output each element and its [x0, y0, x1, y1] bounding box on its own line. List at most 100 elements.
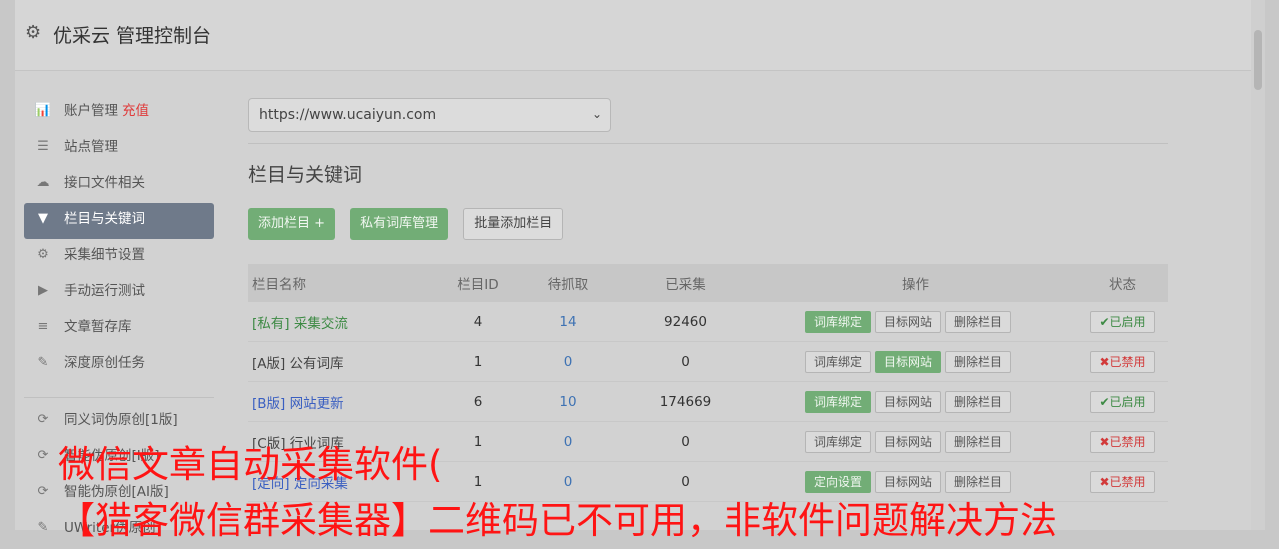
sidebar-item-label: 文章暂存库 — [64, 311, 132, 343]
sidebar-item[interactable]: ☁ 接口文件相关 — [24, 167, 214, 203]
delete-column-button[interactable]: 删除栏目 — [945, 310, 1012, 333]
section-title: 栏目与关键词 — [248, 164, 363, 186]
divider — [248, 143, 1168, 144]
sidebar-item-label: 采集细节设置 — [64, 239, 145, 271]
toolbar: 添加栏目 + 私有词库管理 批量添加栏目 — [248, 208, 573, 240]
table-row: [私有] 采集交流 4 14 92460 词库绑定 目标网站 删除栏目 ✔已启用 — [248, 302, 1168, 342]
refresh-icon: ⟳ — [37, 448, 49, 463]
sidebar-item[interactable]: ≡ 文章暂存库 — [24, 311, 214, 347]
sidebar-item-label: 手动运行测试 — [64, 275, 145, 307]
add-column-button[interactable]: 添加栏目 + — [248, 208, 336, 240]
overlay-line-1: 微信文章自动采集软件( — [58, 443, 443, 486]
database-icon: ≡ — [37, 319, 49, 334]
header-status: 状态 — [1109, 277, 1136, 293]
table-row: [B版] 网站更新 6 10 174669 词库绑定 目标网站 删除栏目 ✔已启用 — [248, 382, 1168, 422]
sidebar-divider — [24, 397, 214, 398]
bar-chart-icon: 📊 — [34, 103, 52, 118]
column-name[interactable]: [私有] 采集交流 — [252, 302, 348, 341]
column-name[interactable]: [B版] 网站更新 — [252, 382, 344, 421]
sidebar-item-text: 同义词伪原创[1版] — [64, 412, 178, 428]
sidebar-item-label: 接口文件相关 — [64, 167, 145, 199]
overlay-line-2: 【猎客微信群采集器】二维码已不可用，非软件问题解决方法 — [58, 499, 1057, 542]
header-name: 栏目名称 — [252, 277, 306, 293]
sidebar-item-text: 站点管理 — [64, 139, 118, 155]
table-row: [A版] 公有词库 1 0 0 词库绑定 目标网站 删除栏目 ✖已禁用 — [248, 342, 1168, 382]
header-operations: 操作 — [902, 277, 929, 293]
status-toggle[interactable]: ✖已禁用 — [1090, 470, 1155, 493]
row-operations: 词库绑定 目标网站 删除栏目 — [805, 342, 1015, 381]
target-site-button[interactable]: 目标网站 — [875, 350, 942, 373]
sidebar-item-text: 账户管理 — [64, 103, 118, 119]
row-operations: 词库绑定 目标网站 删除栏目 — [805, 382, 1015, 421]
filter-icon: ▼ — [38, 211, 48, 226]
refresh-icon: ⟳ — [37, 484, 49, 499]
column-name[interactable]: [A版] 公有词库 — [252, 342, 344, 381]
header-collected: 已采集 — [665, 277, 706, 293]
status-toggle[interactable]: ✔已启用 — [1090, 390, 1155, 413]
sidebar-item-text: 文章暂存库 — [64, 319, 132, 335]
delete-column-button[interactable]: 删除栏目 — [945, 390, 1012, 413]
status-cell: ✖已禁用 — [1085, 462, 1160, 501]
edit-icon: ✎ — [37, 520, 49, 535]
edit-icon: ✎ — [37, 355, 49, 370]
gear-icon: ⚙ — [25, 22, 42, 43]
app-title: 优采云 管理控制台 — [53, 25, 212, 47]
cogs-icon: ⚙ — [37, 247, 49, 262]
sidebar-item-text: 手动运行测试 — [64, 283, 145, 299]
sidebar-item-label: 同义词伪原创[1版] — [64, 404, 178, 436]
status-cell: ✔已启用 — [1085, 382, 1160, 421]
sidebar-item-text: 采集细节设置 — [64, 247, 145, 263]
table-header: 栏目名称 栏目ID 待抓取 已采集 操作 状态 — [248, 264, 1168, 302]
site-select[interactable]: https://www.ucaiyun.com ⌄ — [248, 98, 611, 132]
sidebar-item[interactable]: ▼ 栏目与关键词 — [24, 203, 214, 239]
sidebar-item-label: 栏目与关键词 — [64, 203, 145, 235]
top-bar: ⚙ 优采云 管理控制台 — [15, 0, 1265, 71]
sidebar-item[interactable]: ⟳ 同义词伪原创[1版] — [24, 404, 214, 440]
chevron-down-icon: ⌄ — [591, 107, 602, 121]
sidebar-item-text: 深度原创任务 — [64, 355, 145, 371]
scrollbar-thumb[interactable] — [1254, 30, 1262, 90]
lexicon-bind-button[interactable]: 词库绑定 — [805, 350, 872, 373]
status-toggle[interactable]: ✖已禁用 — [1090, 350, 1155, 373]
pending-count[interactable]: 10 — [538, 382, 598, 421]
status-cell: ✖已禁用 — [1085, 342, 1160, 381]
status-cell: ✔已启用 — [1085, 302, 1160, 341]
server-icon: ☰ — [37, 139, 49, 154]
column-id: 1 — [473, 353, 483, 370]
sidebar-item[interactable]: ☰ 站点管理 — [24, 131, 214, 167]
collected-count: 0 — [681, 353, 690, 370]
target-site-button[interactable]: 目标网站 — [875, 390, 942, 413]
sidebar-item-label: 账户管理 充值 — [64, 95, 149, 127]
lexicon-bind-button[interactable]: 词库绑定 — [805, 390, 872, 413]
sidebar-item-text: 接口文件相关 — [64, 175, 145, 191]
refresh-icon: ⟳ — [37, 412, 49, 427]
target-site-button[interactable]: 目标网站 — [875, 310, 942, 333]
pending-count[interactable]: 0 — [538, 342, 598, 381]
scrollbar[interactable] — [1251, 0, 1265, 530]
private-lexicon-button[interactable]: 私有词库管理 — [350, 208, 449, 240]
header-id: 栏目ID — [457, 277, 499, 293]
header-pending: 待抓取 — [547, 277, 589, 293]
recharge-link[interactable]: 充值 — [122, 103, 149, 119]
delete-column-button[interactable]: 删除栏目 — [945, 350, 1012, 373]
column-id: 6 — [473, 393, 483, 410]
sidebar-item[interactable]: 📊 账户管理 充值 — [24, 95, 214, 131]
cloud-upload-icon: ☁ — [36, 175, 50, 190]
sidebar-item[interactable]: ⚙ 采集细节设置 — [24, 239, 214, 275]
collected-count: 174669 — [659, 393, 712, 410]
status-cell: ✖已禁用 — [1085, 422, 1160, 461]
lexicon-bind-button[interactable]: 词库绑定 — [805, 310, 872, 333]
status-toggle[interactable]: ✖已禁用 — [1090, 430, 1155, 453]
overlay-caption: 微信文章自动采集软件( 【猎客微信群采集器】二维码已不可用，非软件问题解决方法 — [58, 437, 1057, 549]
sidebar-item-label: 深度原创任务 — [64, 347, 145, 379]
site-select-value: https://www.ucaiyun.com — [259, 107, 437, 123]
sidebar-item-text: 栏目与关键词 — [64, 211, 145, 227]
status-toggle[interactable]: ✔已启用 — [1090, 310, 1155, 333]
row-operations: 词库绑定 目标网站 删除栏目 — [805, 302, 1015, 341]
batch-add-button[interactable]: 批量添加栏目 — [463, 208, 564, 240]
sidebar-item[interactable]: ✎ 深度原创任务 — [24, 347, 214, 383]
sidebar-item[interactable]: ▶ 手动运行测试 — [24, 275, 214, 311]
collected-count: 92460 — [664, 313, 707, 330]
pending-count[interactable]: 14 — [538, 302, 598, 341]
sidebar-item-label: 站点管理 — [64, 131, 118, 163]
